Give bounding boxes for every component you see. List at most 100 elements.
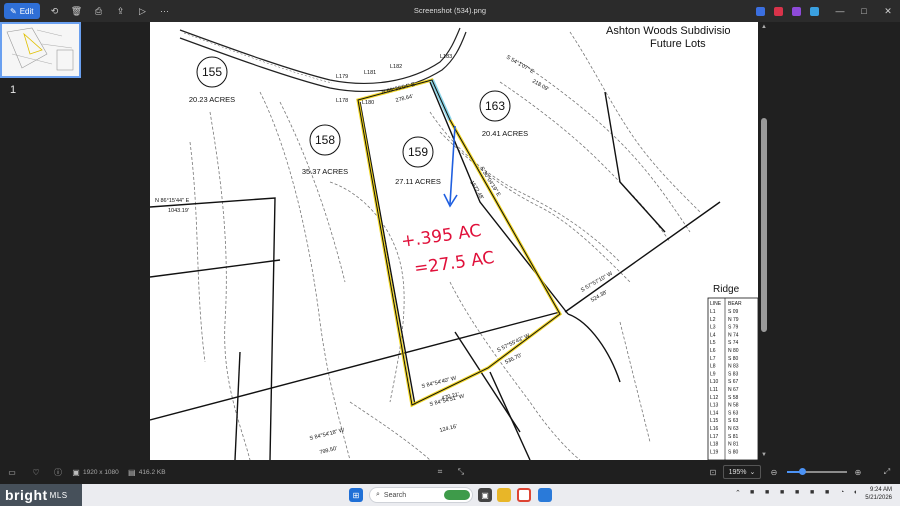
tray-icon-6[interactable]: ■: [825, 489, 829, 496]
lot-159-acres: 27.11 ACRES: [395, 177, 441, 186]
table-cell-bearing: S 63: [728, 418, 739, 424]
tray-icon-5[interactable]: ■: [810, 489, 814, 496]
clock-date: 5/21/2026: [865, 495, 892, 501]
brand-sub: MLS: [49, 490, 68, 500]
table-cell-bearing: N 63: [728, 426, 739, 432]
app-icon-2[interactable]: [774, 6, 783, 16]
zoom-in-icon[interactable]: ⊕: [851, 465, 865, 479]
table-cell-bearing: N 79: [728, 317, 739, 323]
tray-icon-2[interactable]: ■: [765, 489, 769, 496]
fullscreen-icon[interactable]: ⤢: [880, 465, 894, 479]
line-table: LINE BEAR L1 S 09 L2 N 79 L3 S 79 L4 N 74 L5 S 74…: [707, 297, 758, 460]
table-cell-bearing: S 81: [728, 434, 739, 440]
app-icon-3[interactable]: [792, 6, 801, 16]
page-thumbnail[interactable]: [0, 22, 81, 78]
image-dimensions: 1920 x 1080: [83, 468, 119, 476]
start-icon[interactable]: ⊞: [349, 488, 363, 502]
line-label-l182: L182: [390, 64, 402, 70]
table-cell-line: L15: [710, 418, 719, 424]
brand-name: bright: [5, 487, 48, 503]
table-header-bearing: BEAR: [728, 301, 742, 307]
scroll-up-icon[interactable]: ▲: [760, 24, 768, 30]
table-cell-bearing: S 80: [728, 356, 739, 362]
table-cell-bearing: N 81: [728, 442, 739, 448]
image-size-icon: ▣: [72, 467, 80, 477]
favorite-icon[interactable]: ♡: [29, 465, 43, 479]
zoom-dropdown[interactable]: 195% ⌄: [723, 465, 761, 479]
table-cell-line: L13: [710, 403, 719, 409]
task-view-icon[interactable]: ▣: [478, 488, 492, 502]
info-icon[interactable]: ⓘ: [51, 465, 65, 479]
table-cell-line: L9: [710, 371, 716, 377]
scroll-down-icon[interactable]: ▼: [760, 452, 768, 458]
filmstrip-icon[interactable]: ▭: [5, 465, 19, 479]
close-button[interactable]: ✕: [876, 6, 900, 17]
lot-159-label: 159: [408, 145, 428, 159]
zoom-out-icon[interactable]: ⊖: [767, 465, 781, 479]
lot-155-acres: 20.23 ACRES: [189, 95, 235, 104]
table-cell-bearing: S 80: [728, 449, 739, 455]
volume-icon[interactable]: ◖: [853, 489, 857, 496]
search-highlight-icon: [444, 490, 470, 500]
edit-button[interactable]: ✎ Edit: [4, 3, 40, 19]
tray-icon-3[interactable]: ■: [780, 489, 784, 496]
tray-icon-1[interactable]: ■: [750, 489, 754, 496]
table-cell-bearing: S 09: [728, 309, 739, 315]
zoom-slider-knob[interactable]: [799, 468, 806, 475]
wifi-icon[interactable]: ◔: [840, 489, 844, 496]
photos-app-icon[interactable]: [538, 488, 552, 502]
table-cell-line: L11: [710, 387, 718, 393]
chrome-icon[interactable]: [517, 488, 531, 502]
crop-icon[interactable]: ⌗: [433, 465, 447, 479]
search-placeholder: Search: [383, 491, 407, 499]
vertical-scrollbar[interactable]: [761, 118, 767, 332]
table-cell-bearing: S 67: [728, 379, 739, 385]
table-cell-line: L14: [710, 410, 719, 416]
share-icon[interactable]: ⇪: [114, 4, 128, 18]
maximize-button[interactable]: □: [852, 6, 876, 16]
page-number: 1: [10, 84, 17, 96]
rotate-icon[interactable]: ⟲: [48, 4, 62, 18]
window-controls: — □ ✕: [756, 0, 900, 22]
pencil-icon: ✎: [10, 6, 17, 16]
print-icon[interactable]: ⎙: [92, 4, 106, 18]
plat-map-image: 155 20.23 ACRES 158 35.37 ACRES 159 27.1…: [150, 22, 758, 460]
line-label-l181: L181: [364, 70, 376, 76]
lot-158-acres: 35.37 ACRES: [302, 167, 348, 176]
app-icon-4[interactable]: [810, 6, 819, 16]
table-cell-bearing: N 58: [728, 403, 739, 409]
lot-158-label: 158: [315, 133, 335, 147]
table-cell-line: L1: [710, 309, 716, 315]
tray-icon-4[interactable]: ■: [795, 489, 799, 496]
bearing-n: N 86°15'44" E: [155, 198, 190, 204]
slideshow-icon[interactable]: ▷: [136, 4, 150, 18]
clock[interactable]: 9:24 AM 5/21/2026: [865, 486, 892, 502]
minimize-button[interactable]: —: [828, 6, 852, 16]
search-box[interactable]: ⌕ Search: [369, 487, 473, 503]
table-cell-line: L10: [710, 379, 719, 385]
file-explorer-icon[interactable]: [497, 488, 511, 502]
right-pane: [758, 22, 900, 460]
app-icon-1[interactable]: [756, 6, 765, 16]
delete-icon[interactable]: 🗑: [70, 4, 84, 18]
table-cell-line: L19: [710, 449, 719, 455]
table-cell-line: L5: [710, 340, 716, 346]
edit-label: Edit: [19, 6, 34, 16]
table-cell-bearing: S 74: [728, 340, 739, 346]
more-icon[interactable]: ···: [158, 4, 172, 18]
table-cell-line: L16: [710, 426, 719, 432]
table-cell-bearing: N 74: [728, 332, 739, 338]
ridge-label: Ridge: [713, 284, 740, 295]
table-cell-line: L7: [710, 356, 716, 362]
table-cell-line: L4: [710, 332, 716, 338]
table-cell-line: L12: [710, 395, 719, 401]
tray-chevron-icon[interactable]: ⌃: [735, 489, 741, 497]
actual-size-icon[interactable]: ⊡: [706, 465, 720, 479]
table-cell-line: L8: [710, 364, 716, 370]
table-cell-bearing: S 83: [728, 371, 739, 377]
bearing-n-dist: 1043.19': [168, 208, 189, 214]
fit-icon[interactable]: ⤡: [454, 465, 468, 479]
table-header-line: LINE: [710, 301, 722, 307]
table-cell-bearing: S 58: [728, 395, 739, 401]
table-cell-bearing: N 67: [728, 387, 739, 393]
